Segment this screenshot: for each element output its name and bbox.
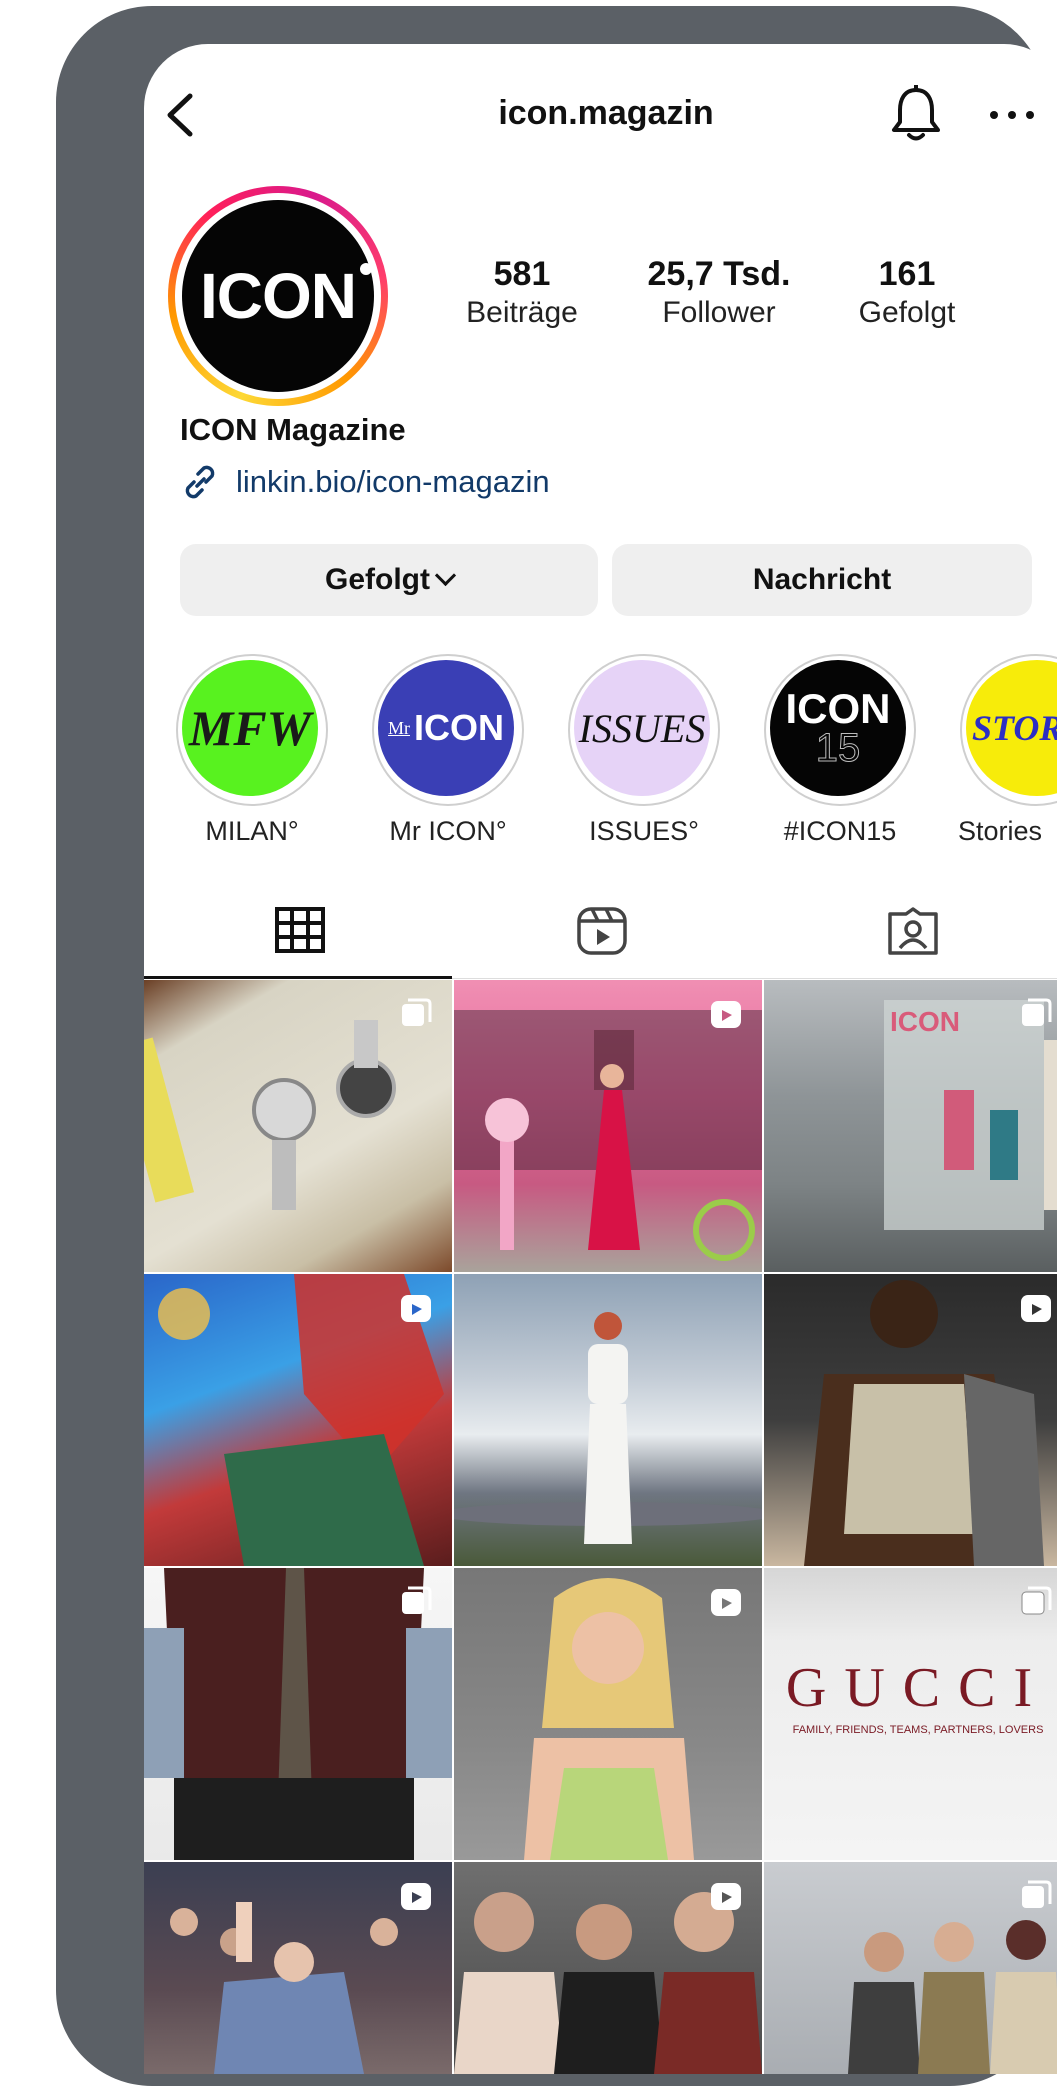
reel-icon (711, 1589, 741, 1616)
stat-label: Gefolgt (858, 296, 956, 329)
stat-following[interactable]: 161 Gefolgt (842, 254, 972, 332)
highlight-label: Stories (958, 816, 1043, 846)
highlight-cover-text: ICON (414, 707, 504, 748)
post-tile[interactable]: GUCCI FAMILY, FRIENDS, TEAMS, PARTNERS, … (764, 1568, 1057, 1860)
highlight-label: ISSUES° (589, 816, 699, 846)
avatar: ICON (182, 200, 374, 392)
message-button-label: Nachricht (752, 563, 892, 596)
stat-label: Beiträge (466, 296, 578, 329)
profile-link[interactable]: linkin.bio/icon-magazin (236, 464, 550, 500)
post-tile[interactable] (144, 1862, 452, 2074)
post-overlay-text: ICON (890, 1006, 960, 1037)
reels-icon[interactable] (576, 906, 628, 956)
stat-value: 25,7 Tsd. (647, 255, 791, 293)
post-overlay-subtext: FAMILY, FRIENDS, TEAMS, PARTNERS, LOVERS (792, 1724, 1044, 1736)
post-tile[interactable] (764, 1862, 1057, 2074)
post-tile[interactable] (454, 1862, 762, 2074)
carousel-icon (1021, 1586, 1052, 1615)
reel-icon (711, 1883, 741, 1910)
stat-value: 581 (493, 255, 551, 293)
carousel-icon (1022, 998, 1052, 1026)
post-tile[interactable]: ICON (764, 980, 1057, 1272)
post-tile[interactable] (144, 1274, 452, 1566)
stat-label: Follower (662, 296, 776, 329)
carousel-icon (402, 998, 432, 1026)
post-tile[interactable] (764, 1274, 1057, 1566)
carousel-icon (402, 1586, 432, 1614)
reel-icon (401, 1883, 431, 1910)
post-tile[interactable] (454, 1568, 762, 1860)
highlight-label: Mr ICON° (389, 816, 507, 846)
bell-icon[interactable] (888, 84, 944, 144)
highlight-cover-text: ISSUES (578, 705, 706, 751)
post-tile[interactable] (144, 1568, 452, 1860)
following-button[interactable]: Gefolgt (180, 544, 598, 616)
highlight-cover-prefix: Mr (388, 717, 410, 738)
grid-icon[interactable] (274, 906, 326, 954)
message-button[interactable]: Nachricht (612, 544, 1032, 616)
more-options-icon[interactable] (982, 102, 1042, 128)
reel-icon (401, 1295, 431, 1322)
stat-value: 161 (878, 255, 936, 293)
highlight-cover-text: ICON (785, 685, 891, 732)
reel-icon (1021, 1295, 1051, 1322)
carousel-icon (1022, 1880, 1052, 1908)
stat-posts[interactable]: 581 Beiträge (452, 254, 592, 332)
tab-divider (452, 978, 1057, 979)
post-tile[interactable] (144, 980, 452, 1272)
link-icon (185, 465, 215, 499)
screen: icon.magazin ICON 581 Beiträge 25,7 Tsd.… (144, 44, 1057, 2074)
reel-icon (711, 1001, 741, 1028)
profile-name: ICON Magazine (180, 412, 406, 447)
highlight-label: #ICON15 (783, 816, 897, 846)
avatar-story-ring[interactable]: ICON (168, 186, 388, 406)
following-button-label: Gefolgt (325, 563, 430, 596)
post-tile[interactable] (454, 1274, 762, 1566)
phone-frame: icon.magazin ICON 581 Beiträge 25,7 Tsd.… (56, 6, 1057, 2086)
chevron-down-icon (434, 564, 457, 586)
stat-followers[interactable]: 25,7 Tsd. Follower (634, 254, 804, 332)
post-overlay-text: GUCCI (785, 1657, 1051, 1719)
post-tile[interactable] (454, 980, 762, 1272)
highlight-cover-text: STORIES (972, 708, 1057, 748)
avatar-logo-text: ICON (200, 260, 357, 332)
active-tab-indicator (144, 976, 452, 979)
highlight-label: MILAN° (205, 816, 299, 846)
tagged-icon[interactable] (887, 906, 939, 956)
highlight-cover-text: MFW (188, 700, 312, 756)
highlight-cover-sub: 15 (815, 726, 861, 770)
